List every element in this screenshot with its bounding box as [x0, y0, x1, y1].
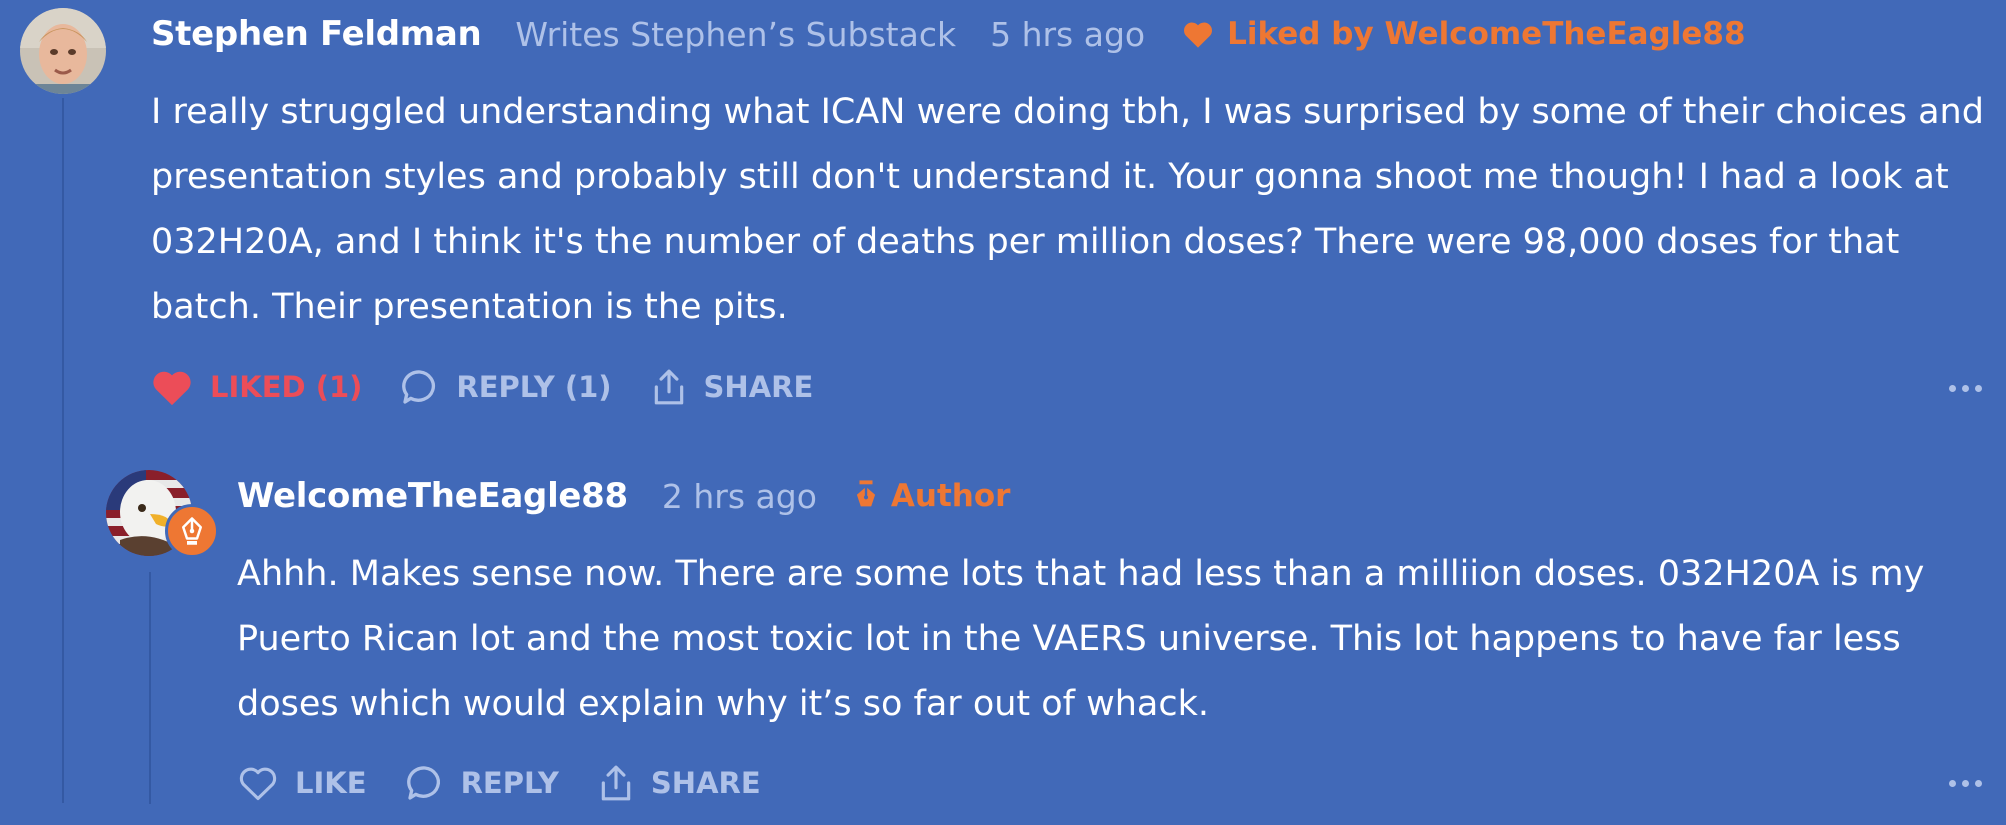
heart-icon: [239, 767, 277, 801]
author-name[interactable]: Stephen Feldman: [151, 14, 482, 54]
share-button[interactable]: SHARE: [650, 366, 814, 408]
comment-timestamp[interactable]: 5 hrs ago: [990, 15, 1145, 54]
author-subtitle[interactable]: Writes Stephen’s Substack: [515, 15, 956, 54]
fountain-pen-icon: [856, 480, 876, 507]
heart-icon: [1184, 22, 1213, 48]
more-dots-icon[interactable]: [1947, 379, 1984, 398]
reply-thread-line: [149, 572, 151, 804]
comment-thread: Stephen Feldman Writes Stephen’s Substac…: [0, 0, 2006, 825]
author-badge: [165, 504, 219, 558]
share-button[interactable]: SHARE: [597, 762, 761, 804]
share-icon: [601, 765, 631, 801]
comment-bubble-icon: [406, 766, 440, 800]
comment-actions: LIKE REPLY SHARE: [237, 758, 799, 808]
reply-label: REPLY (1): [456, 370, 612, 404]
comment-timestamp[interactable]: 2 hrs ago: [662, 477, 817, 516]
author-tag: Author: [853, 478, 1011, 514]
share-icon: [654, 369, 683, 405]
comment-bubble-icon: [402, 370, 436, 404]
liked-by-badge: Liked by WelcomeTheEagle88: [1181, 16, 1746, 52]
comment-actions: LIKED (1) REPLY (1) SHARE: [150, 362, 851, 412]
liked-by-text: Liked by WelcomeTheEagle88: [1227, 16, 1746, 52]
comment-header: Stephen Feldman Writes Stephen’s Substac…: [151, 8, 1746, 60]
like-button[interactable]: LIKE: [237, 764, 367, 802]
author-name[interactable]: WelcomeTheEagle88: [237, 476, 628, 516]
thread-line: [62, 98, 64, 803]
share-label: SHARE: [703, 370, 814, 404]
more-dots-icon[interactable]: [1947, 774, 1984, 793]
comment-header: WelcomeTheEagle88 2 hrs ago Author: [237, 470, 1010, 522]
comment-body: Ahhh. Makes sense now. There are some lo…: [237, 554, 1925, 724]
reply-button[interactable]: REPLY: [405, 763, 559, 803]
heart-icon: [153, 371, 191, 406]
author-tag-label: Author: [890, 478, 1011, 514]
like-label: LIKE: [295, 766, 367, 800]
share-label: SHARE: [650, 766, 761, 800]
comment-body: I really struggled understanding what IC…: [151, 92, 1984, 327]
reply-label: REPLY: [460, 766, 559, 800]
fountain-pen-icon: [182, 517, 202, 545]
reply-button[interactable]: REPLY (1): [400, 367, 612, 407]
avatar[interactable]: [20, 8, 106, 94]
like-label: LIKED (1): [210, 370, 363, 404]
like-button[interactable]: LIKED (1): [150, 367, 362, 407]
